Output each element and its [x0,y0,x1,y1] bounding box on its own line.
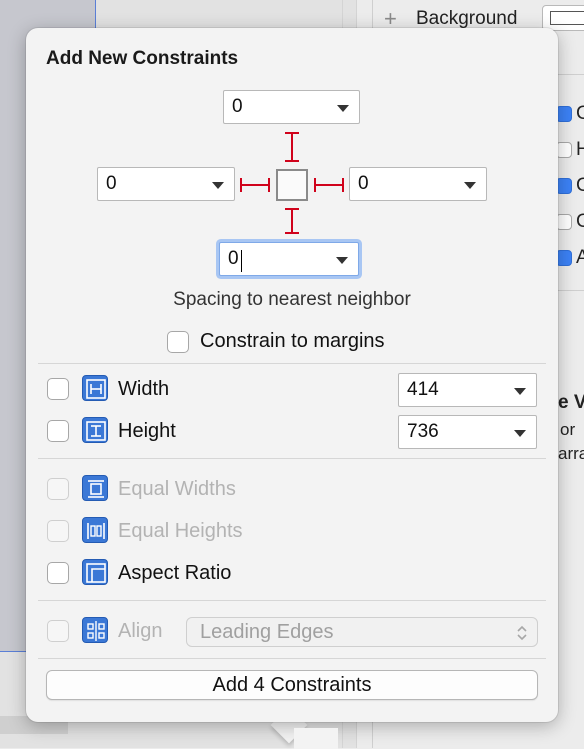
inspector-label-1: C [576,103,584,124]
constrain-to-margins-label: Constrain to margins [200,330,385,352]
aspect-ratio-checkbox[interactable] [47,562,69,584]
inspector-label-5: A [576,247,584,268]
height-constraint-icon [82,417,108,443]
section-divider [38,658,546,659]
chevron-down-icon[interactable] [464,182,476,189]
width-label: Width [118,378,170,400]
chevron-down-icon[interactable] [514,430,526,437]
spacing-caption: Spacing to nearest neighbor [173,289,411,310]
trailing-spacing-combo[interactable]: 0 [349,167,487,201]
inspector-divider-2 [556,290,584,291]
height-label: Height [118,420,176,442]
inspector-checkbox-2[interactable] [556,142,572,158]
chevron-down-icon[interactable] [337,105,349,112]
inspector-label-4: C [576,211,584,232]
bottom-constraint-beam[interactable] [285,208,299,234]
inspector-help-text-1: or [560,420,576,439]
inspector-checkbox-5[interactable] [556,250,572,266]
text-cursor [241,250,242,272]
view-section-title: e Vi [558,392,584,413]
aspect-ratio-icon [82,559,108,585]
inspector-checkbox-1[interactable] [556,106,572,122]
constrain-to-margins-checkbox[interactable] [167,331,189,353]
popover-arrow-cover [294,728,338,749]
align-label: Align [118,620,163,642]
width-constraint-icon [82,375,108,401]
align-popup-value: Leading Edges [200,621,334,643]
section-divider [38,363,546,364]
height-value: 736 [407,421,439,442]
height-checkbox[interactable] [47,420,69,442]
top-spacing-value: 0 [232,96,243,117]
trailing-spacing-value: 0 [358,173,369,194]
width-value: 414 [407,379,439,400]
up-down-arrows-icon [516,624,528,647]
equal-widths-label: Equal Widths [118,478,236,500]
inspector-label-3: C [576,175,584,196]
leading-spacing-value: 0 [106,173,117,194]
section-divider [38,458,546,459]
background-label: Background [416,8,518,29]
inspector-divider [556,74,584,75]
width-checkbox[interactable] [47,378,69,400]
inspector-label-2: H [576,139,584,160]
chevron-down-icon[interactable] [336,257,348,264]
inspector-checkbox-3[interactable] [556,178,572,194]
height-value-combo[interactable]: 736 [398,415,537,449]
bottom-spacing-value: 0 [228,248,239,269]
chevron-down-icon[interactable] [212,182,224,189]
aspect-ratio-label: Aspect Ratio [118,562,232,584]
bottom-spacing-combo[interactable]: 0 [219,242,359,276]
equal-heights-icon [82,517,108,543]
width-value-combo[interactable]: 414 [398,373,537,407]
trailing-constraint-beam[interactable] [314,178,344,192]
top-spacing-combo[interactable]: 0 [223,90,360,124]
align-icon [82,617,108,643]
background-color-swatch [550,11,584,25]
leading-constraint-beam[interactable] [240,178,270,192]
align-popup[interactable]: Leading Edges [186,617,538,647]
equal-widths-icon [82,475,108,501]
constraint-target-box [276,169,308,201]
top-constraint-beam[interactable] [285,132,299,162]
equal-heights-checkbox[interactable] [47,520,69,542]
leading-spacing-combo[interactable]: 0 [97,167,235,201]
align-checkbox[interactable] [47,620,69,642]
chevron-down-icon[interactable] [514,388,526,395]
equal-widths-checkbox[interactable] [47,478,69,500]
equal-heights-label: Equal Heights [118,520,243,542]
popover-title: Add New Constraints [46,48,239,69]
section-divider [38,600,546,601]
add-constraints-button[interactable]: Add 4 Constraints [46,670,538,700]
inspector-checkbox-4[interactable] [556,214,572,230]
inspector-help-text-2: arra [558,444,584,463]
add-constraints-popover: Add New Constraints 0 0 0 0 Spacing to n… [26,28,558,749]
